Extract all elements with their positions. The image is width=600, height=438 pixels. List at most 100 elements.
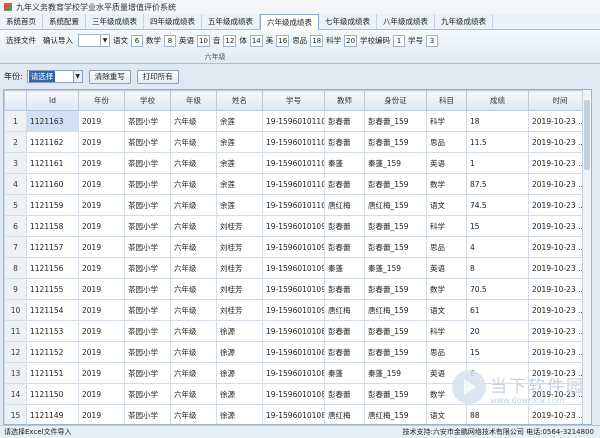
- cell-year[interactable]: 2019: [78, 278, 125, 300]
- cell-year[interactable]: 2019: [78, 299, 125, 321]
- cell-grade[interactable]: 六年级: [170, 110, 217, 132]
- cell-score[interactable]: 61: [466, 299, 529, 321]
- confirm-import-button[interactable]: 确认导入: [41, 34, 75, 47]
- cell-school[interactable]: 茶园小学: [124, 404, 171, 424]
- print-all-button[interactable]: 打印所有: [136, 69, 179, 84]
- column-header-id-card[interactable]: 身份证: [364, 90, 427, 111]
- cell-grade[interactable]: 六年级: [170, 215, 217, 237]
- table-row[interactable]: 11 1121153 2019 茶园小学 六年级 徐源 19-1596010108 彭春蕾 彭春…: [4, 320, 591, 342]
- cell-id-card[interactable]: 彭春蕾_159: [364, 320, 427, 342]
- cell-name[interactable]: 余莲: [216, 131, 263, 153]
- cell-student-no[interactable]: 19-1596010110: [262, 110, 325, 132]
- cell-id[interactable]: 1121158: [26, 215, 79, 237]
- cell-id[interactable]: 1121159: [26, 194, 79, 216]
- cell-teacher[interactable]: 唐红梅: [324, 404, 365, 424]
- cell-id[interactable]: 1121150: [26, 383, 79, 405]
- table-row[interactable]: 5 1121159 2019 茶园小学 六年级 余莲 19-1596010110 唐红梅 唐红梅…: [4, 194, 591, 216]
- row-number[interactable]: 4: [4, 173, 27, 195]
- cell-student-no[interactable]: 19-1596010109: [262, 278, 325, 300]
- table-row[interactable]: 12 1121152 2019 茶园小学 六年级 徐源 19-1596010108 彭春蕾 彭春…: [4, 341, 591, 363]
- cell-name[interactable]: 徐源: [216, 404, 263, 424]
- cell-subject[interactable]: 英语: [426, 152, 467, 174]
- cell-year[interactable]: 2019: [78, 362, 125, 384]
- select-file-button[interactable]: 选择文件: [4, 34, 38, 47]
- table-row[interactable]: 3 1121161 2019 茶园小学 六年级 余莲 19-1596010110 秦蓬 秦蓬_1…: [4, 152, 591, 174]
- cell-name[interactable]: 徐源: [216, 383, 263, 405]
- row-number[interactable]: 11: [4, 320, 27, 342]
- tab-grade3[interactable]: 三年级成绩表: [86, 14, 144, 29]
- tab-home[interactable]: 系统首页: [0, 14, 43, 29]
- column-header-student-no[interactable]: 学号: [262, 90, 325, 111]
- cell-id-card[interactable]: 秦蓬_159: [364, 362, 427, 384]
- cell-school[interactable]: 茶园小学: [124, 362, 171, 384]
- row-number[interactable]: 15: [4, 404, 27, 424]
- cell-score[interactable]: 15: [466, 341, 529, 363]
- cell-teacher[interactable]: 唐红梅: [324, 194, 365, 216]
- cell-id-card[interactable]: 秦蓬_159: [364, 257, 427, 279]
- cell-name[interactable]: 刘桂芳: [216, 236, 263, 258]
- clear-button[interactable]: 清除重写: [88, 69, 131, 84]
- cell-student-no[interactable]: 19-1596010108: [262, 362, 325, 384]
- row-number[interactable]: 2: [4, 131, 27, 153]
- column-header-teacher[interactable]: 教师: [324, 90, 365, 111]
- cell-year[interactable]: 2019: [78, 341, 125, 363]
- cell-school[interactable]: 茶园小学: [124, 110, 171, 132]
- cell-teacher[interactable]: 秦蓬: [324, 257, 365, 279]
- cell-grade[interactable]: 六年级: [170, 362, 217, 384]
- cell-id-card[interactable]: 彭春蕾_159: [364, 215, 427, 237]
- table-row[interactable]: 10 1121154 2019 茶园小学 六年级 刘桂芳 19-1596010109 唐红梅唐…: [4, 299, 591, 321]
- cell-student-no[interactable]: 19-1596010108: [262, 404, 325, 424]
- cell-name[interactable]: 刘桂芳: [216, 278, 263, 300]
- cell-year[interactable]: 2019: [78, 404, 125, 424]
- field-input-school-code[interactable]: 1: [393, 34, 406, 47]
- cell-subject[interactable]: 思品: [426, 236, 467, 258]
- cell-year[interactable]: 2019: [78, 152, 125, 174]
- cell-teacher[interactable]: 秦蓬: [324, 362, 365, 384]
- cell-score[interactable]: 18: [466, 110, 529, 132]
- cell-name[interactable]: 徐源: [216, 320, 263, 342]
- cell-student-no[interactable]: 19-1596010108: [262, 341, 325, 363]
- table-row[interactable]: 4 1121160 2019 茶园小学 六年级 余莲 19-1596010110 彭春蕾 彭春蕾…: [4, 173, 591, 195]
- cell-school[interactable]: 茶园小学: [124, 278, 171, 300]
- column-header-id[interactable]: Id: [26, 90, 79, 111]
- field-input-morality[interactable]: 18: [310, 34, 324, 47]
- cell-subject[interactable]: 英语: [426, 257, 467, 279]
- cell-id[interactable]: 1121152: [26, 341, 79, 363]
- cell-id[interactable]: 1121161: [26, 152, 79, 174]
- cell-grade[interactable]: 六年级: [170, 320, 217, 342]
- cell-id-card[interactable]: 彭春蕾_159: [364, 173, 427, 195]
- column-header-grade[interactable]: 年级: [170, 90, 217, 111]
- cell-grade[interactable]: 六年级: [170, 299, 217, 321]
- cell-id-card[interactable]: 唐红梅_159: [364, 404, 427, 424]
- cell-score[interactable]: 11.5: [466, 131, 529, 153]
- column-header-school[interactable]: 学校: [124, 90, 171, 111]
- cell-id[interactable]: 1121153: [26, 320, 79, 342]
- cell-score[interactable]: 70.5: [466, 278, 529, 300]
- cell-subject[interactable]: 数学: [426, 173, 467, 195]
- cell-id-card[interactable]: 彭春蕾_159: [364, 383, 427, 405]
- cell-year[interactable]: 2019: [78, 257, 125, 279]
- cell-teacher[interactable]: 彭春蕾: [324, 320, 365, 342]
- cell-name[interactable]: 徐源: [216, 362, 263, 384]
- row-number[interactable]: 1: [4, 110, 27, 132]
- cell-student-no[interactable]: 19-1596010108: [262, 320, 325, 342]
- cell-teacher[interactable]: 彭春蕾: [324, 131, 365, 153]
- cell-id-card[interactable]: 彭春蕾_159: [364, 341, 427, 363]
- cell-subject[interactable]: 思品: [426, 341, 467, 363]
- cell-teacher[interactable]: 彭春蕾: [324, 110, 365, 132]
- cell-id[interactable]: 1121160: [26, 173, 79, 195]
- cell-student-no[interactable]: 19-1596010110: [262, 194, 325, 216]
- field-input-pe[interactable]: 14: [249, 34, 263, 47]
- cell-student-no[interactable]: 19-1596010110: [262, 131, 325, 153]
- cell-grade[interactable]: 六年级: [170, 131, 217, 153]
- cell-student-no[interactable]: 19-1596010108: [262, 383, 325, 405]
- column-header-score[interactable]: 成绩: [466, 90, 529, 111]
- cell-name[interactable]: 刘桂芳: [216, 257, 263, 279]
- cell-name[interactable]: 余莲: [216, 110, 263, 132]
- field-input-student-no[interactable]: 3: [426, 34, 439, 47]
- cell-name[interactable]: 刘桂芳: [216, 215, 263, 237]
- tab-grade7[interactable]: 七年级成绩表: [319, 14, 377, 29]
- cell-id[interactable]: 1121149: [26, 404, 79, 424]
- cell-teacher[interactable]: 彭春蕾: [324, 383, 365, 405]
- cell-school[interactable]: 茶园小学: [124, 152, 171, 174]
